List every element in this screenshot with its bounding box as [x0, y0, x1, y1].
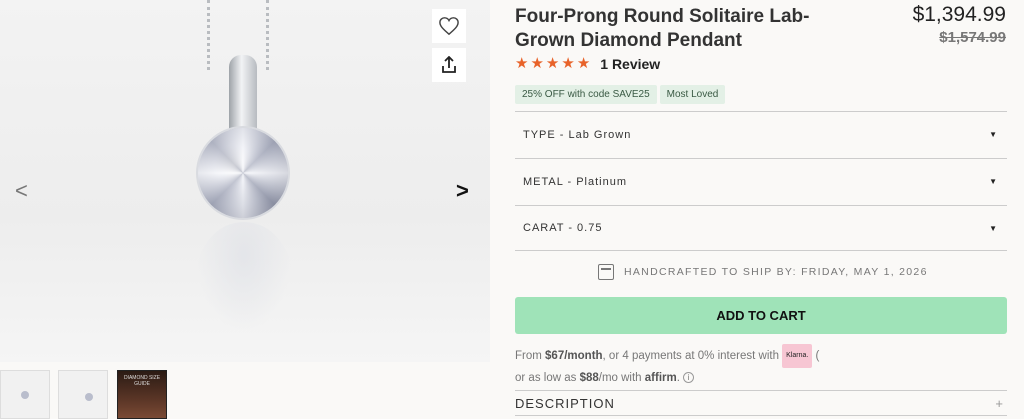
- chain-left: [207, 0, 221, 70]
- carat-select-label: CARAT - 0.75: [523, 222, 603, 234]
- type-select[interactable]: TYPE - Lab Grown ▼: [515, 111, 1007, 157]
- affirm-logo[interactable]: affirm: [645, 372, 677, 384]
- metal-select[interactable]: METAL - Platinum ▼: [515, 158, 1007, 204]
- promo-badge: 25% OFF with code SAVE25: [515, 85, 657, 104]
- star-icon: ★: [515, 55, 529, 72]
- wishlist-button[interactable]: [432, 9, 466, 43]
- review-count-link[interactable]: 1 Review: [600, 56, 660, 72]
- metal-select-label: METAL - Platinum: [523, 175, 628, 188]
- type-select-label: TYPE - Lab Grown: [523, 128, 632, 141]
- calendar-icon: [598, 264, 614, 280]
- caret-down-icon: ▼: [989, 130, 997, 139]
- financing-info: From $67/month, or 4 payments at 0% inte…: [515, 344, 819, 388]
- star-icon: ★: [530, 55, 544, 72]
- carat-select[interactable]: CARAT - 0.75 ▼: [515, 205, 1007, 251]
- original-price: $1,574.99: [939, 29, 1006, 46]
- thumbnail-caption: DIAMOND SIZE GUIDE: [123, 375, 161, 387]
- thumbnail-pendant-front[interactable]: [0, 370, 50, 419]
- caret-down-icon: ▼: [989, 223, 997, 233]
- klarna-logo[interactable]: Klarna.: [782, 344, 813, 368]
- share-icon: [442, 56, 456, 73]
- gallery-prev-button[interactable]: <: [15, 180, 28, 202]
- star-icon: ★: [545, 55, 560, 72]
- financing-text: .: [676, 372, 680, 384]
- star-icon: ★: [561, 55, 575, 72]
- shipping-info: HANDCRAFTED TO SHIP BY: FRIDAY, MAY 1, 2…: [598, 264, 928, 280]
- financing-line-2: or as low as $88/mo with affirm. i: [515, 368, 819, 388]
- promo-badges: 25% OFF with code SAVE25 Most Loved: [515, 85, 726, 104]
- caret-down-icon: ▼: [989, 177, 997, 186]
- stone-reflection: [196, 222, 292, 332]
- plus-icon: +: [995, 395, 1003, 411]
- info-icon[interactable]: i: [683, 372, 695, 384]
- product-image-gallery: < >: [0, 0, 490, 362]
- gallery-next-button[interactable]: >: [456, 180, 469, 202]
- star-icon: ★: [576, 55, 591, 72]
- thumbnail-stone: [85, 393, 93, 401]
- affirm-price: $88: [579, 372, 599, 384]
- financing-text: or as low as: [515, 372, 580, 384]
- description-label: DESCRIPTION: [515, 395, 615, 411]
- thumbnail-pendant-side[interactable]: [58, 370, 108, 419]
- financing-text: From: [515, 350, 546, 363]
- financing-text: /mo with: [598, 372, 645, 384]
- pendant-bail: [229, 55, 257, 133]
- rating: ★ ★ ★ ★ ★ 1 Review: [515, 55, 660, 73]
- product-title: Four-Prong Round Solitaire Lab-Grown Dia…: [515, 6, 810, 51]
- thumbnail-size-guide[interactable]: DIAMOND SIZE GUIDE: [117, 370, 167, 419]
- most-loved-badge: Most Loved: [659, 85, 726, 104]
- description-accordion[interactable]: DESCRIPTION +: [515, 390, 1007, 416]
- shipping-text: HANDCRAFTED TO SHIP BY: FRIDAY, MAY 1, 2…: [624, 266, 928, 278]
- monthly-price: $67/month: [545, 350, 603, 363]
- sale-price: $1,394.99: [912, 3, 1006, 26]
- share-button[interactable]: [432, 48, 466, 82]
- financing-line-1: From $67/month, or 4 payments at 0% inte…: [515, 344, 819, 368]
- financing-text: , or 4 payments at 0% interest with: [602, 350, 783, 363]
- diamond-facets: [198, 128, 288, 218]
- add-to-cart-button[interactable]: ADD TO CART: [515, 297, 1007, 334]
- heart-icon: [439, 17, 459, 36]
- klarna-paren: (: [815, 350, 820, 363]
- thumbnail-stone: [21, 391, 29, 399]
- chain-right: [266, 0, 280, 70]
